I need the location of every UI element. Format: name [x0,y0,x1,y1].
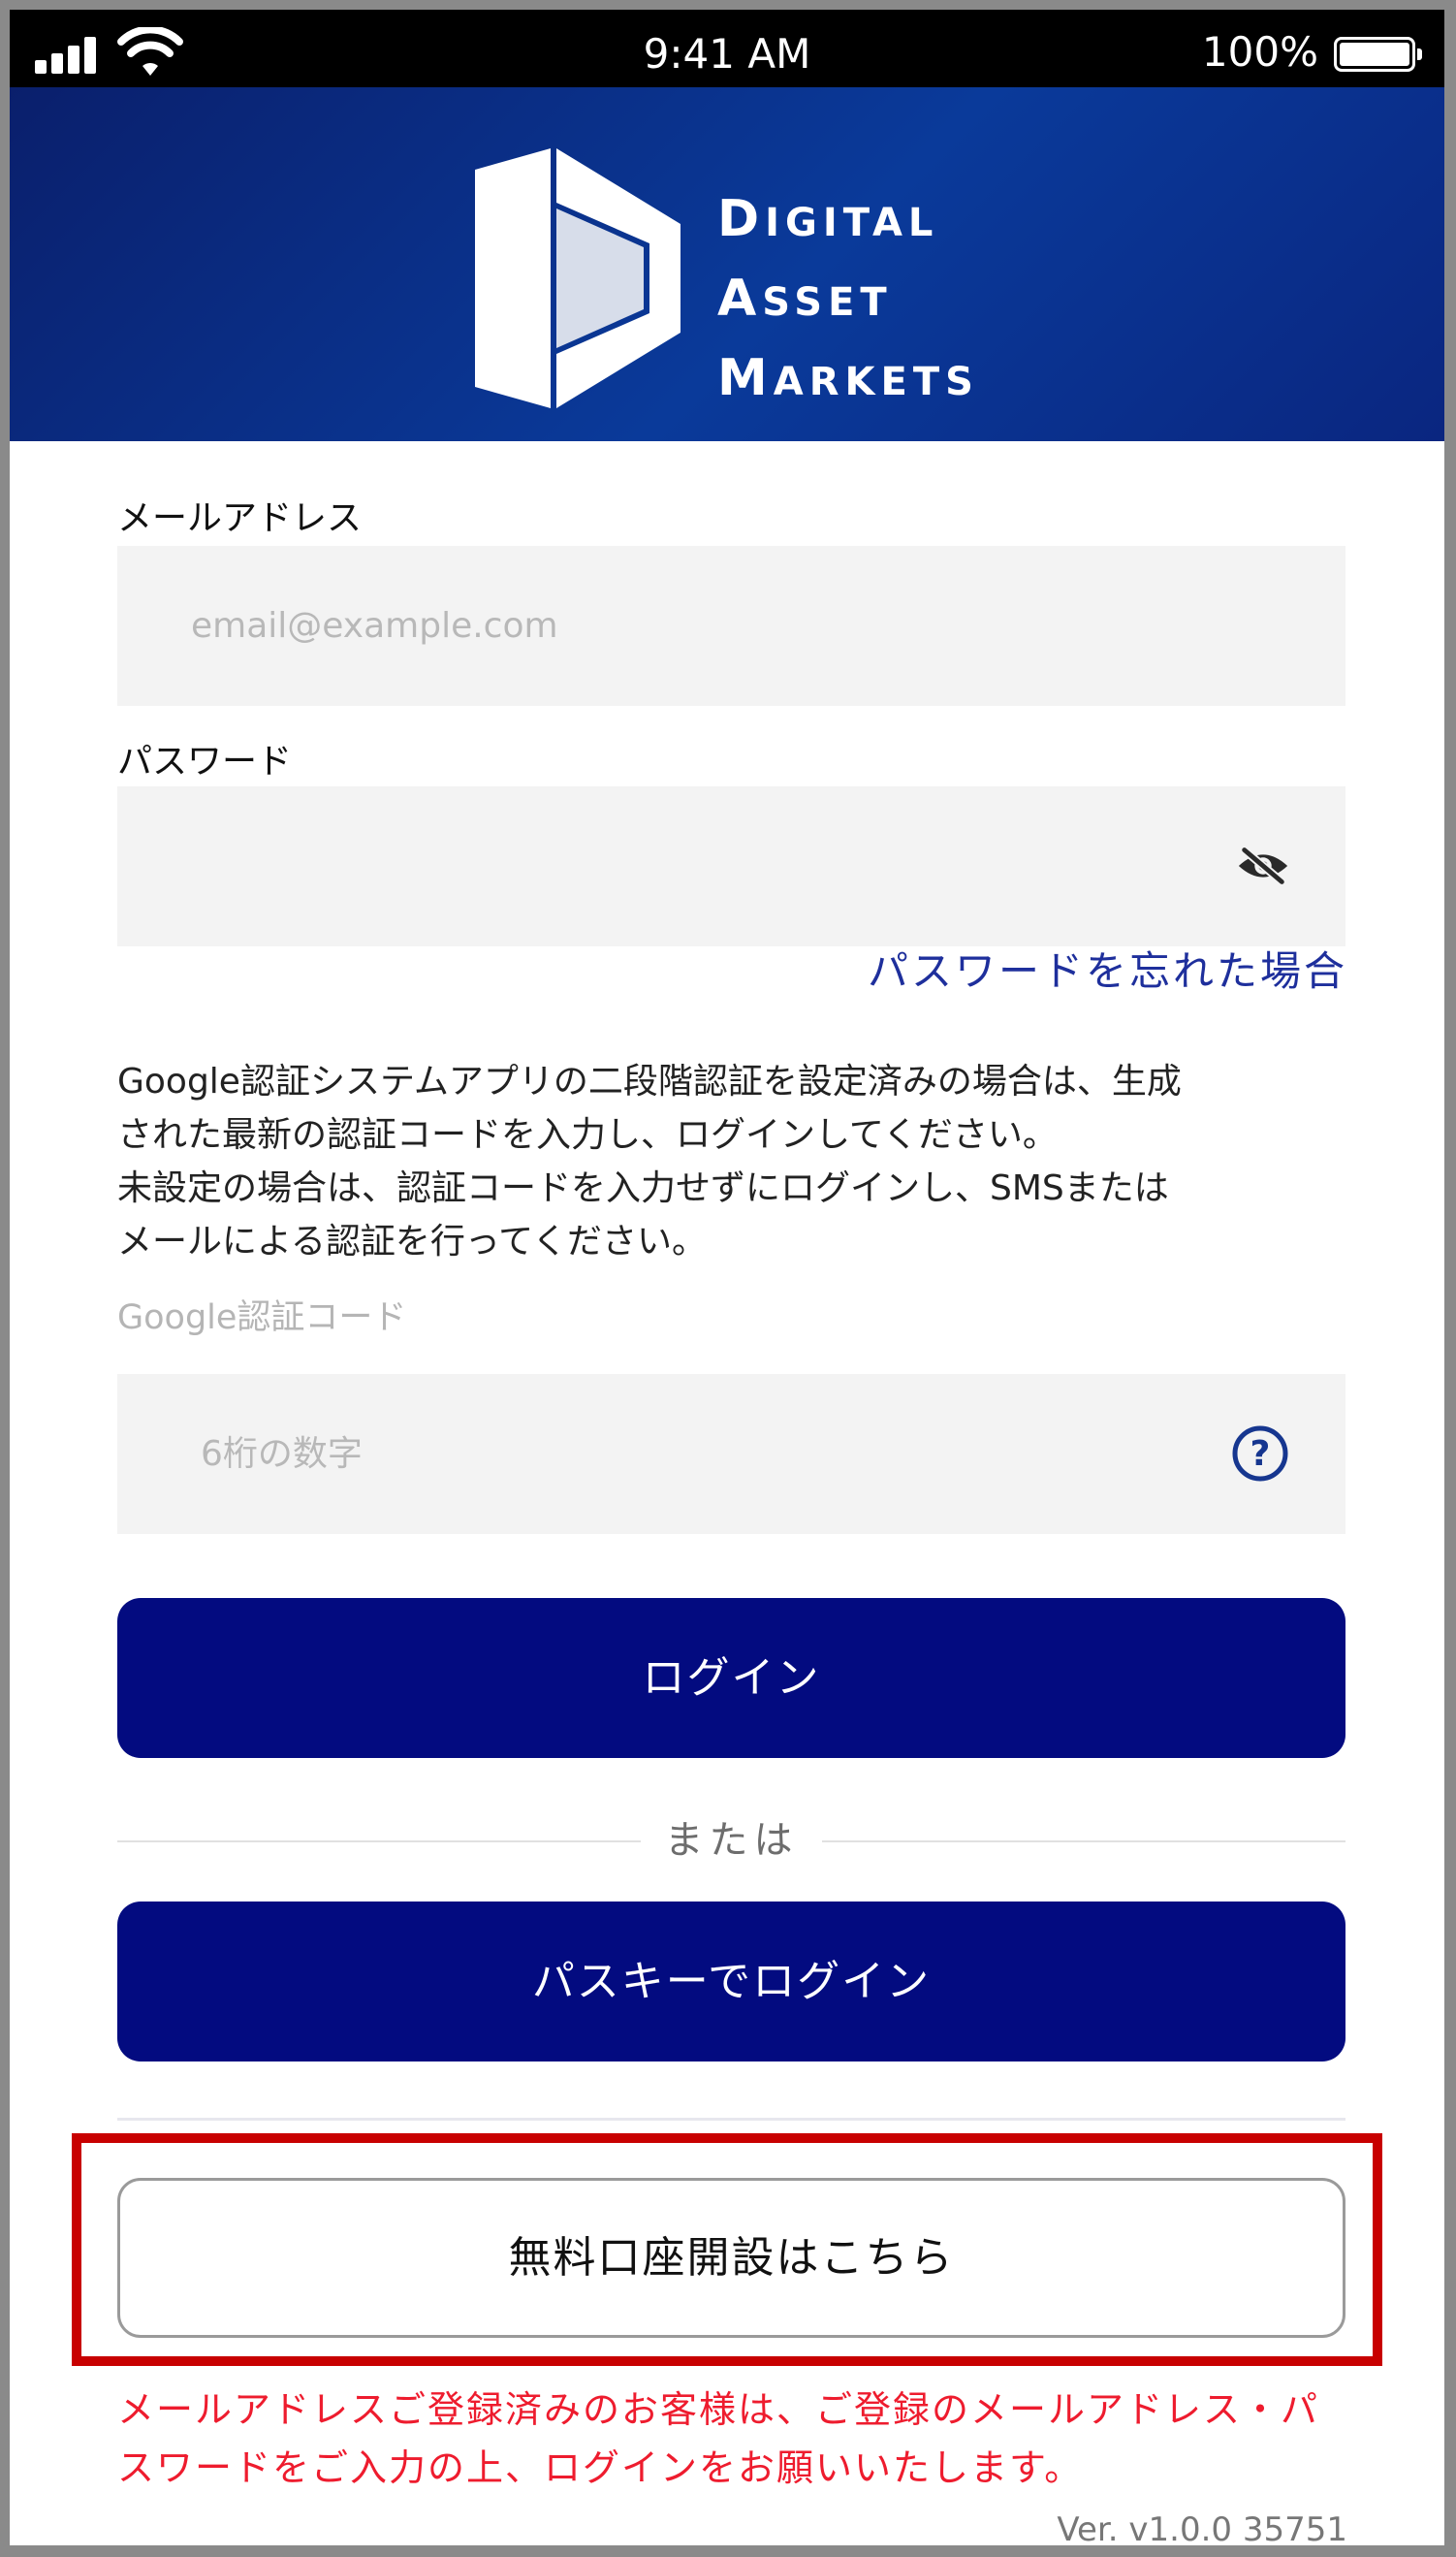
password-label: パスワード [117,742,293,782]
password-input[interactable] [117,786,1345,946]
google-code-field-container: ? [117,1374,1345,1534]
email-field-container [117,546,1345,706]
section-divider [117,2118,1345,2121]
email-label: メールアドレス [117,498,363,538]
google-code-label: Google認証コード [117,1298,407,1337]
notice-line: Google認証システムアプリの二段階認証を設定済みの場合は、生成 [117,1062,1182,1102]
passkey-login-button[interactable]: パスキーでログイン [117,1902,1345,2062]
notice-line: メールによる認証を行ってください。 [117,1222,708,1262]
or-separator: または [117,1811,1345,1870]
battery-icon [1334,37,1422,72]
status-bar: 9:41 AM 100% [10,10,1444,87]
app-header: DIGITAL ASSET MARKETS [10,87,1444,441]
app-version: Ver. v1.0.0 35751 [1057,2510,1347,2545]
google-code-input[interactable] [117,1374,1345,1534]
password-field-container [117,786,1345,946]
battery-percentage: 100% [1201,28,1318,76]
question-circle-icon[interactable]: ? [1231,1424,1289,1483]
phone-screen: 9:41 AM 100% DIGITAL ASSET MARKETS メールアド… [10,10,1444,2545]
open-account-button[interactable]: 無料口座開設はこちら [117,2178,1345,2338]
warning-line: メールアドレスご登録済みのお客様は、ご登録のメールアドレス・パ [117,2388,1320,2431]
notice-line: 未設定の場合は、認証コードを入力せずにログインし、SMSまたは [117,1168,1169,1208]
forgot-password-link[interactable]: パスワードを忘れた場合 [868,943,1347,1001]
warning-line: スワードをご入力の上、ログインをお願いいたします。 [117,2446,1084,2489]
login-button[interactable]: ログイン [117,1598,1345,1758]
email-input[interactable] [117,546,1345,706]
separator-line-right [822,1840,1345,1842]
digital-asset-markets-logo-mark [475,148,681,408]
svg-text:?: ? [1250,1434,1271,1474]
eye-slash-icon[interactable] [1235,847,1291,885]
login-warning-text: メールアドレスご登録済みのお客様は、ご登録のメールアドレス・パ スワードをご入力… [117,2381,1368,2497]
notice-line: された最新の認証コードを入力し、ログインしてください。 [117,1115,1058,1155]
logo-wordmark: DIGITAL ASSET MARKETS [717,190,979,407]
two-factor-notice: Google認証システムアプリの二段階認証を設定済みの場合は、生成 された最新の… [117,1055,1368,1268]
